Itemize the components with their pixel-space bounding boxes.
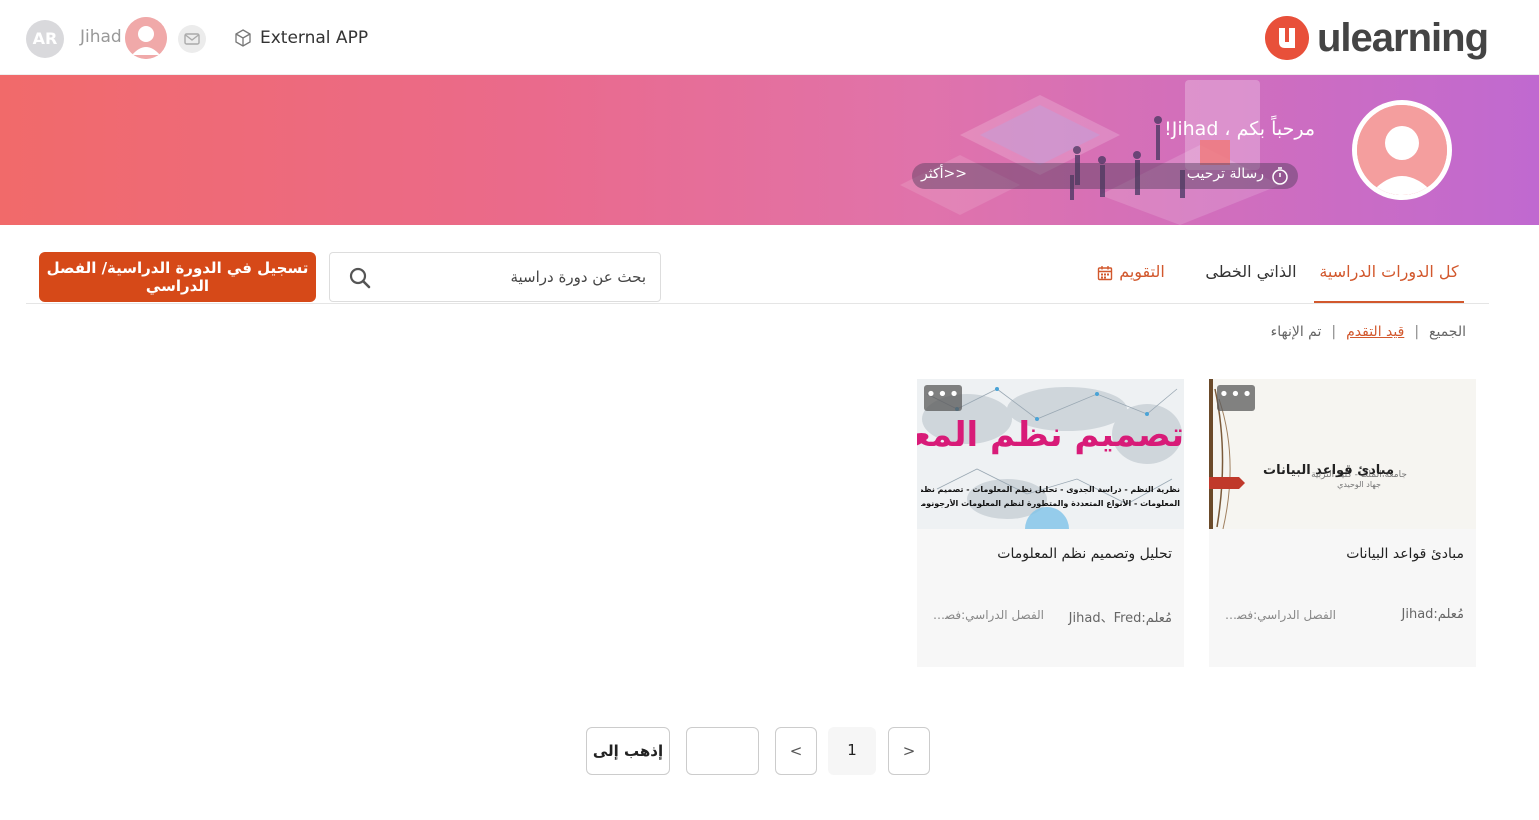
tab-self-paced[interactable]: الذاتي الخطى [1196, 262, 1306, 303]
calendar-icon [1097, 266, 1113, 281]
logo-mark-icon [1265, 16, 1309, 60]
course-cover-title: تصميم نظم المعلومات [917, 415, 1184, 455]
avatar-icon [125, 17, 167, 59]
tab-calendar[interactable]: التقويم [1076, 262, 1186, 303]
course-cover[interactable]: تصميم نظم المعلومات نظرية النظم - دراسة … [917, 379, 1184, 529]
logo-text: ulearning [1317, 15, 1489, 60]
pagination-next-button[interactable]: > [888, 727, 930, 775]
user-name[interactable]: Jihad [80, 27, 122, 47]
course-term: الفصل الدراسي:فصل ... [1221, 608, 1336, 622]
course-term: الفصل الدراسي:فصل ... [929, 608, 1044, 622]
search-icon[interactable] [349, 267, 371, 289]
cube-icon [235, 29, 251, 47]
mail-button[interactable] [178, 25, 206, 53]
timer-icon [1272, 167, 1288, 185]
profile-picture[interactable] [1352, 100, 1452, 200]
welcome-text: مرحباً بكم ، Jihad! [1164, 118, 1315, 140]
language-switcher[interactable]: AR [26, 20, 64, 58]
tab-all-courses[interactable]: كل الدورات الدراسية [1314, 262, 1464, 303]
page-number-input[interactable] [692, 736, 753, 767]
welcome-message-bar[interactable]: رسالة ترحيب أكثر>> [912, 163, 1298, 189]
external-app-link[interactable]: External APP [233, 26, 368, 50]
banner-illustration [900, 80, 1280, 225]
top-bar: AR Jihad External APP ulearning [0, 0, 1539, 75]
course-title[interactable]: تحليل وتصميم نظم المعلومات [932, 546, 1172, 562]
course-search [329, 252, 661, 302]
goto-page-button[interactable]: إذهب إلى [586, 727, 670, 775]
avatar-icon [1357, 105, 1447, 195]
filter-all[interactable]: الجميع [1429, 324, 1466, 340]
course-card[interactable]: تصميم نظم المعلومات نظرية النظم - دراسة … [917, 379, 1184, 667]
course-menu-button[interactable]: ••• [1217, 385, 1255, 411]
course-teacher: مُعلم:Jihad [1401, 607, 1464, 622]
filter-in-progress[interactable]: قيد التقدم [1346, 324, 1404, 340]
welcome-banner: مرحباً بكم ، Jihad! رسالة ترحيب أكثر>> [0, 75, 1539, 225]
pagination-current-page[interactable]: 1 [828, 727, 876, 775]
svg-text:جهاد الوحيدي: جهاد الوحيدي [1337, 480, 1381, 489]
page-number-field [686, 727, 759, 775]
welcome-message-label: رسالة ترحيب [1186, 166, 1264, 182]
pagination-prev-button[interactable]: < [775, 727, 817, 775]
user-avatar[interactable] [125, 17, 167, 59]
course-teacher: مُعلم:Jihad、Fred [1068, 611, 1172, 626]
course-cover-title: مبادئ قواعد البيانات [1263, 463, 1395, 478]
tab-calendar-label: التقويم [1119, 262, 1165, 281]
filter-completed[interactable]: تم الإنهاء [1271, 324, 1322, 340]
status-filters: الجميع | قيد التقدم | تم الإنهاء [1200, 324, 1466, 344]
mail-icon [184, 33, 200, 45]
filter-separator: | [1331, 324, 1337, 340]
logo[interactable]: ulearning [1265, 14, 1489, 62]
course-title[interactable]: مبادئ قواعد البيانات [1224, 546, 1464, 562]
course-cover-subtitle: المعلومات - الأنواع المتعددة والمتطورة ل… [921, 499, 1180, 508]
search-input[interactable] [378, 263, 646, 291]
course-card[interactable]: جامعة الملك - كلية التربية جهاد الوحيدي … [1209, 379, 1476, 667]
filter-separator: | [1414, 324, 1420, 340]
more-link[interactable]: أكثر>> [921, 166, 967, 182]
course-cover-subtitle: نظرية النظم - دراسة الجدوى - تحليل نظم ا… [921, 485, 1180, 494]
enroll-button[interactable]: تسجيل في الدورة الدراسية/ الفصل الدراسي [39, 252, 316, 302]
course-menu-button[interactable]: ••• [924, 385, 962, 411]
course-cover[interactable]: جامعة الملك - كلية التربية جهاد الوحيدي … [1209, 379, 1476, 529]
external-app-label: External APP [260, 28, 369, 48]
